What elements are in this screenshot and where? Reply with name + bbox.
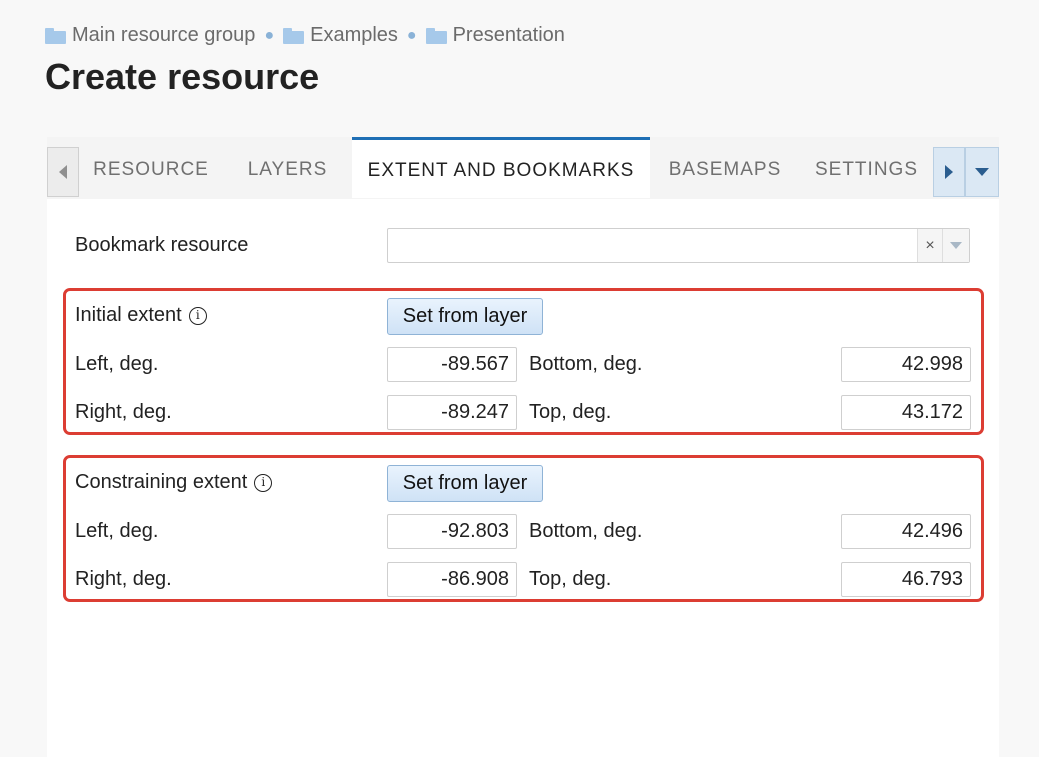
bookmark-resource-select[interactable]: × (387, 228, 970, 263)
initial-left-input[interactable]: -89.567 (387, 347, 517, 382)
initial-extent-heading: Initial extent i (75, 304, 207, 327)
chevron-down-icon (975, 168, 989, 176)
info-icon[interactable]: i (254, 473, 273, 492)
breadcrumb-label[interactable]: Main resource group (72, 24, 255, 47)
constraining-extent-set-from-layer-button[interactable]: Set from layer (387, 465, 543, 502)
constraining-right-label: Right, deg. (75, 568, 172, 590)
tab-extent-and-bookmarks[interactable]: EXTENT AND BOOKMARKS (352, 137, 650, 198)
constraining-left-input[interactable]: -92.803 (387, 514, 517, 549)
bookmark-resource-label: Bookmark resource (75, 234, 249, 256)
breadcrumb-item-presentation[interactable]: Presentation (425, 24, 565, 47)
breadcrumb-label[interactable]: Presentation (453, 24, 565, 47)
constraining-extent-heading: Constraining extent i (75, 471, 273, 494)
constraining-extent-label: Constraining extent (75, 471, 248, 493)
breadcrumb-item-examples[interactable]: Examples (283, 24, 398, 47)
initial-right-input[interactable]: -89.247 (387, 395, 517, 430)
tab-resource[interactable]: RESOURCE (79, 147, 223, 198)
constraining-top-input[interactable]: 46.793 (841, 562, 971, 597)
tab-settings[interactable]: SETTINGS (800, 147, 933, 198)
constraining-left-label: Left, deg. (75, 520, 159, 542)
breadcrumb: Main resource group ● Examples ● Present… (45, 24, 565, 47)
initial-extent-set-from-layer-button[interactable]: Set from layer (387, 298, 543, 335)
tab-scroll-left-button[interactable] (47, 147, 79, 197)
constraining-bottom-input[interactable]: 42.496 (841, 514, 971, 549)
folder-icon (45, 27, 66, 44)
tab-basemaps[interactable]: BASEMAPS (650, 147, 800, 198)
initial-bottom-label: Bottom, deg. (529, 353, 643, 375)
chevron-down-icon (950, 242, 962, 249)
constraining-top-label: Top, deg. (529, 568, 612, 590)
clear-icon[interactable]: × (917, 229, 943, 262)
chevron-right-icon (945, 165, 953, 179)
page-title: Create resource (45, 56, 320, 97)
initial-extent-label: Initial extent (75, 304, 182, 326)
breadcrumb-separator: ● (264, 26, 275, 44)
tab-list-menu-button[interactable] (965, 147, 999, 197)
breadcrumb-label[interactable]: Examples (310, 24, 398, 47)
initial-top-input[interactable]: 43.172 (841, 395, 971, 430)
chevron-left-icon (59, 165, 67, 179)
initial-top-label: Top, deg. (529, 401, 612, 423)
constraining-bottom-label: Bottom, deg. (529, 520, 643, 542)
initial-bottom-input[interactable]: 42.998 (841, 347, 971, 382)
breadcrumb-item-main-resource-group[interactable]: Main resource group (45, 24, 255, 47)
initial-right-label: Right, deg. (75, 401, 172, 423)
info-icon[interactable]: i (188, 306, 207, 325)
tab-layers[interactable]: LAYERS (223, 147, 352, 198)
dropdown-arrow-button[interactable] (943, 229, 969, 262)
tab-scroll-right-button[interactable] (933, 147, 965, 197)
initial-left-label: Left, deg. (75, 353, 159, 375)
breadcrumb-separator: ● (406, 26, 417, 44)
tab-bar: RESOURCE LAYERS EXTENT AND BOOKMARKS BAS… (47, 137, 999, 199)
folder-icon (283, 27, 305, 44)
folder-icon (425, 27, 447, 44)
constraining-right-input[interactable]: -86.908 (387, 562, 517, 597)
